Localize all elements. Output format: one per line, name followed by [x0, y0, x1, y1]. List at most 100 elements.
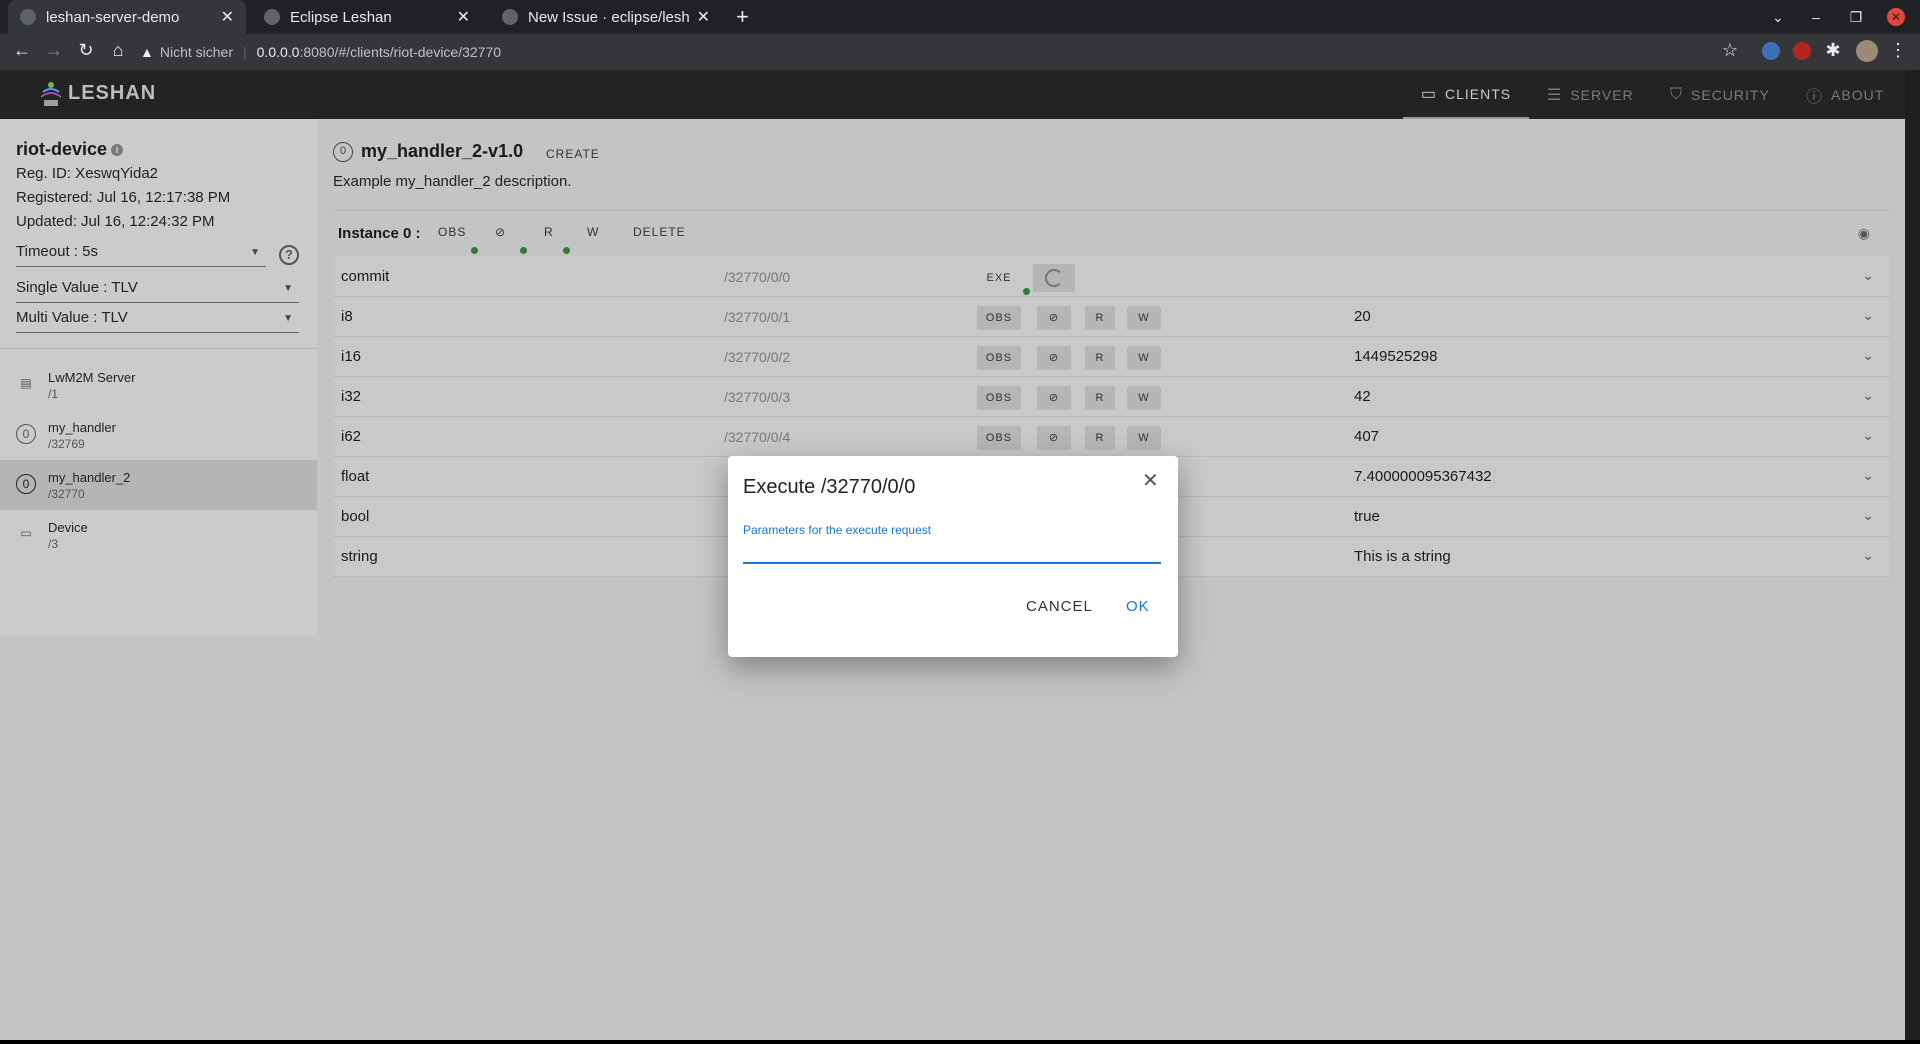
leshan-logo-icon — [40, 82, 62, 106]
instance-write-button[interactable]: W — [587, 225, 599, 239]
write-button[interactable]: W — [1127, 306, 1161, 330]
info-icon[interactable]: i — [111, 144, 124, 157]
eye-icon[interactable]: ◉ — [1858, 225, 1870, 242]
back-icon[interactable]: ← — [10, 40, 34, 61]
chevron-down-icon[interactable]: ⌄ — [1862, 427, 1874, 444]
resource-value: 20 — [1354, 308, 1371, 325]
instance-delete-button[interactable]: DELETE — [633, 225, 686, 239]
resource-name: i62 — [341, 428, 362, 445]
cancel-observe-icon[interactable]: ⊘ — [1037, 346, 1071, 370]
nav-tab-security[interactable]: ⛉ SECURITY — [1670, 70, 1770, 119]
chevron-down-icon[interactable]: ⌄ — [1862, 467, 1874, 484]
address-bar[interactable]: ▲ Nicht sicher | 0.0.0.0 :8080/#/clients… — [140, 38, 1720, 66]
nav-tab-server[interactable]: ☰ SERVER — [1547, 70, 1634, 119]
parameters-input[interactable] — [743, 540, 1161, 564]
minimize-icon[interactable]: – — [1800, 0, 1832, 34]
chevron-down-icon[interactable]: ⌄ — [1862, 507, 1874, 524]
object-name: Device — [48, 520, 88, 535]
tab-eclipse-leshan[interactable]: Eclipse Leshan ✕ — [252, 0, 482, 34]
chevron-down-icon[interactable]: ⌄ — [1862, 267, 1874, 284]
resource-value: 7.400000095367432 — [1354, 468, 1492, 485]
object-item-my-handler-2[interactable]: 0 my_handler_2 /32770 — [0, 460, 317, 510]
write-button[interactable]: W — [1127, 386, 1161, 410]
read-button[interactable]: R — [1085, 346, 1115, 370]
timeout-select[interactable]: Timeout : 5s ▼ — [16, 243, 266, 267]
cancel-observe-icon[interactable]: ⊘ — [1037, 426, 1071, 450]
resource-row-i62[interactable]: i62 /32770/0/4 OBS ⊘ R W 407 ⌄ — [333, 417, 1890, 457]
shield-icon: ⛉ — [1670, 85, 1684, 103]
read-button[interactable]: R — [1085, 306, 1115, 330]
url-path: :8080/#/clients/riot-device/32770 — [299, 44, 502, 60]
chevron-down-icon[interactable]: ⌄ — [1862, 547, 1874, 564]
ublock-icon[interactable] — [1793, 42, 1811, 60]
read-button[interactable]: R — [1085, 386, 1115, 410]
registered-time: Registered: Jul 16, 12:17:38 PM — [16, 189, 231, 206]
tab-search-icon[interactable]: ⌄ — [1762, 0, 1794, 34]
read-button[interactable]: R — [1085, 426, 1115, 450]
resource-row-i16[interactable]: i16 /32770/0/2 OBS ⊘ R W 1449525298 ⌄ — [333, 337, 1890, 377]
nav-tab-about[interactable]: ⓘ ABOUT — [1806, 70, 1884, 119]
extension-icon[interactable] — [1762, 42, 1780, 60]
forward-icon[interactable]: → — [42, 40, 66, 61]
close-icon[interactable]: ✕ — [1142, 468, 1159, 493]
menu-dots-icon[interactable]: ⋮ — [1886, 40, 1910, 61]
server-icon: ▤ — [20, 376, 32, 390]
object-item-my-handler[interactable]: 0 my_handler /32769 — [0, 410, 317, 460]
observe-button[interactable]: OBS — [977, 426, 1021, 450]
profile-avatar[interactable] — [1856, 40, 1878, 62]
client-name-text: riot-device — [16, 139, 108, 159]
object-item-device[interactable]: ▭ Device /3 — [0, 510, 317, 560]
leshan-logo[interactable]: LESHAN — [40, 78, 156, 108]
create-instance-button[interactable]: CREATE — [538, 147, 608, 161]
resource-value: This is a string — [1354, 548, 1451, 565]
reload-icon[interactable]: ↻ — [74, 40, 98, 61]
ok-button[interactable]: OK — [1118, 588, 1158, 625]
resource-name: string — [341, 548, 378, 565]
cancel-button[interactable]: CANCEL — [1018, 588, 1101, 625]
tab-leshan-server-demo[interactable]: leshan-server-demo ✕ — [8, 0, 246, 34]
url-separator: | — [243, 44, 247, 60]
loading-spinner — [1033, 264, 1075, 292]
resource-row-i32[interactable]: i32 /32770/0/3 OBS ⊘ R W 42 ⌄ — [333, 377, 1890, 417]
close-tab-icon[interactable]: ✕ — [221, 7, 234, 27]
extensions-puzzle-icon[interactable]: ✱ — [1821, 40, 1845, 61]
object-item-lwm2m-server[interactable]: ▤ LwM2M Server /1 — [0, 360, 317, 410]
observe-button[interactable]: OBS — [977, 346, 1021, 370]
tab-new-issue[interactable]: New Issue · eclipse/leshan ✕ — [490, 0, 722, 34]
observe-button[interactable]: OBS — [977, 386, 1021, 410]
bookmark-star-icon[interactable]: ☆ — [1718, 40, 1742, 61]
restore-icon[interactable]: ❐ — [1840, 0, 1872, 34]
write-button[interactable]: W — [1127, 426, 1161, 450]
execute-button[interactable]: EXE — [977, 266, 1021, 290]
object-title-text: my_handler_2-v1.0 — [361, 141, 524, 161]
home-icon[interactable]: ⌂ — [106, 40, 130, 61]
object-name: my_handler_2 — [48, 470, 131, 485]
observe-button[interactable]: OBS — [977, 306, 1021, 330]
single-value-format-select[interactable]: Single Value : TLV ▼ — [16, 279, 299, 303]
close-tab-icon[interactable]: ✕ — [697, 7, 710, 27]
server-icon: ☰ — [1547, 86, 1563, 104]
cancel-observe-icon[interactable]: ⊘ — [1037, 306, 1071, 330]
tab-strip: leshan-server-demo ✕ Eclipse Leshan ✕ Ne… — [0, 0, 1920, 34]
nav-tab-clients[interactable]: ▭ CLIENTS — [1403, 70, 1529, 119]
instance-observe-button[interactable]: OBS — [438, 225, 466, 239]
object-name: my_handler — [48, 420, 116, 435]
spinner-icon — [1045, 269, 1063, 287]
resource-row-i8[interactable]: i8 /32770/0/1 OBS ⊘ R W 20 ⌄ — [333, 297, 1890, 337]
instance-read-button[interactable]: R — [544, 225, 554, 239]
page-scrollbar[interactable] — [1905, 70, 1920, 1040]
resource-row-commit[interactable]: commit /32770/0/0 EXE ⌄ — [333, 257, 1890, 297]
multi-value-format-select[interactable]: Multi Value : TLV ▼ — [16, 309, 299, 333]
chevron-down-icon[interactable]: ⌄ — [1862, 347, 1874, 364]
dropdown-arrow-icon: ▼ — [283, 313, 293, 324]
cancel-observe-icon[interactable]: ⊘ — [495, 225, 506, 239]
close-tab-icon[interactable]: ✕ — [457, 7, 470, 27]
window-close-button[interactable]: ✕ — [1880, 0, 1912, 34]
chevron-down-icon[interactable]: ⌄ — [1862, 307, 1874, 324]
chevron-down-icon[interactable]: ⌄ — [1862, 387, 1874, 404]
write-button[interactable]: W — [1127, 346, 1161, 370]
browser-window: leshan-server-demo ✕ Eclipse Leshan ✕ Ne… — [0, 0, 1920, 1044]
cancel-observe-icon[interactable]: ⊘ — [1037, 386, 1071, 410]
help-icon[interactable]: ? — [279, 245, 299, 265]
new-tab-icon[interactable]: + — [736, 4, 749, 30]
